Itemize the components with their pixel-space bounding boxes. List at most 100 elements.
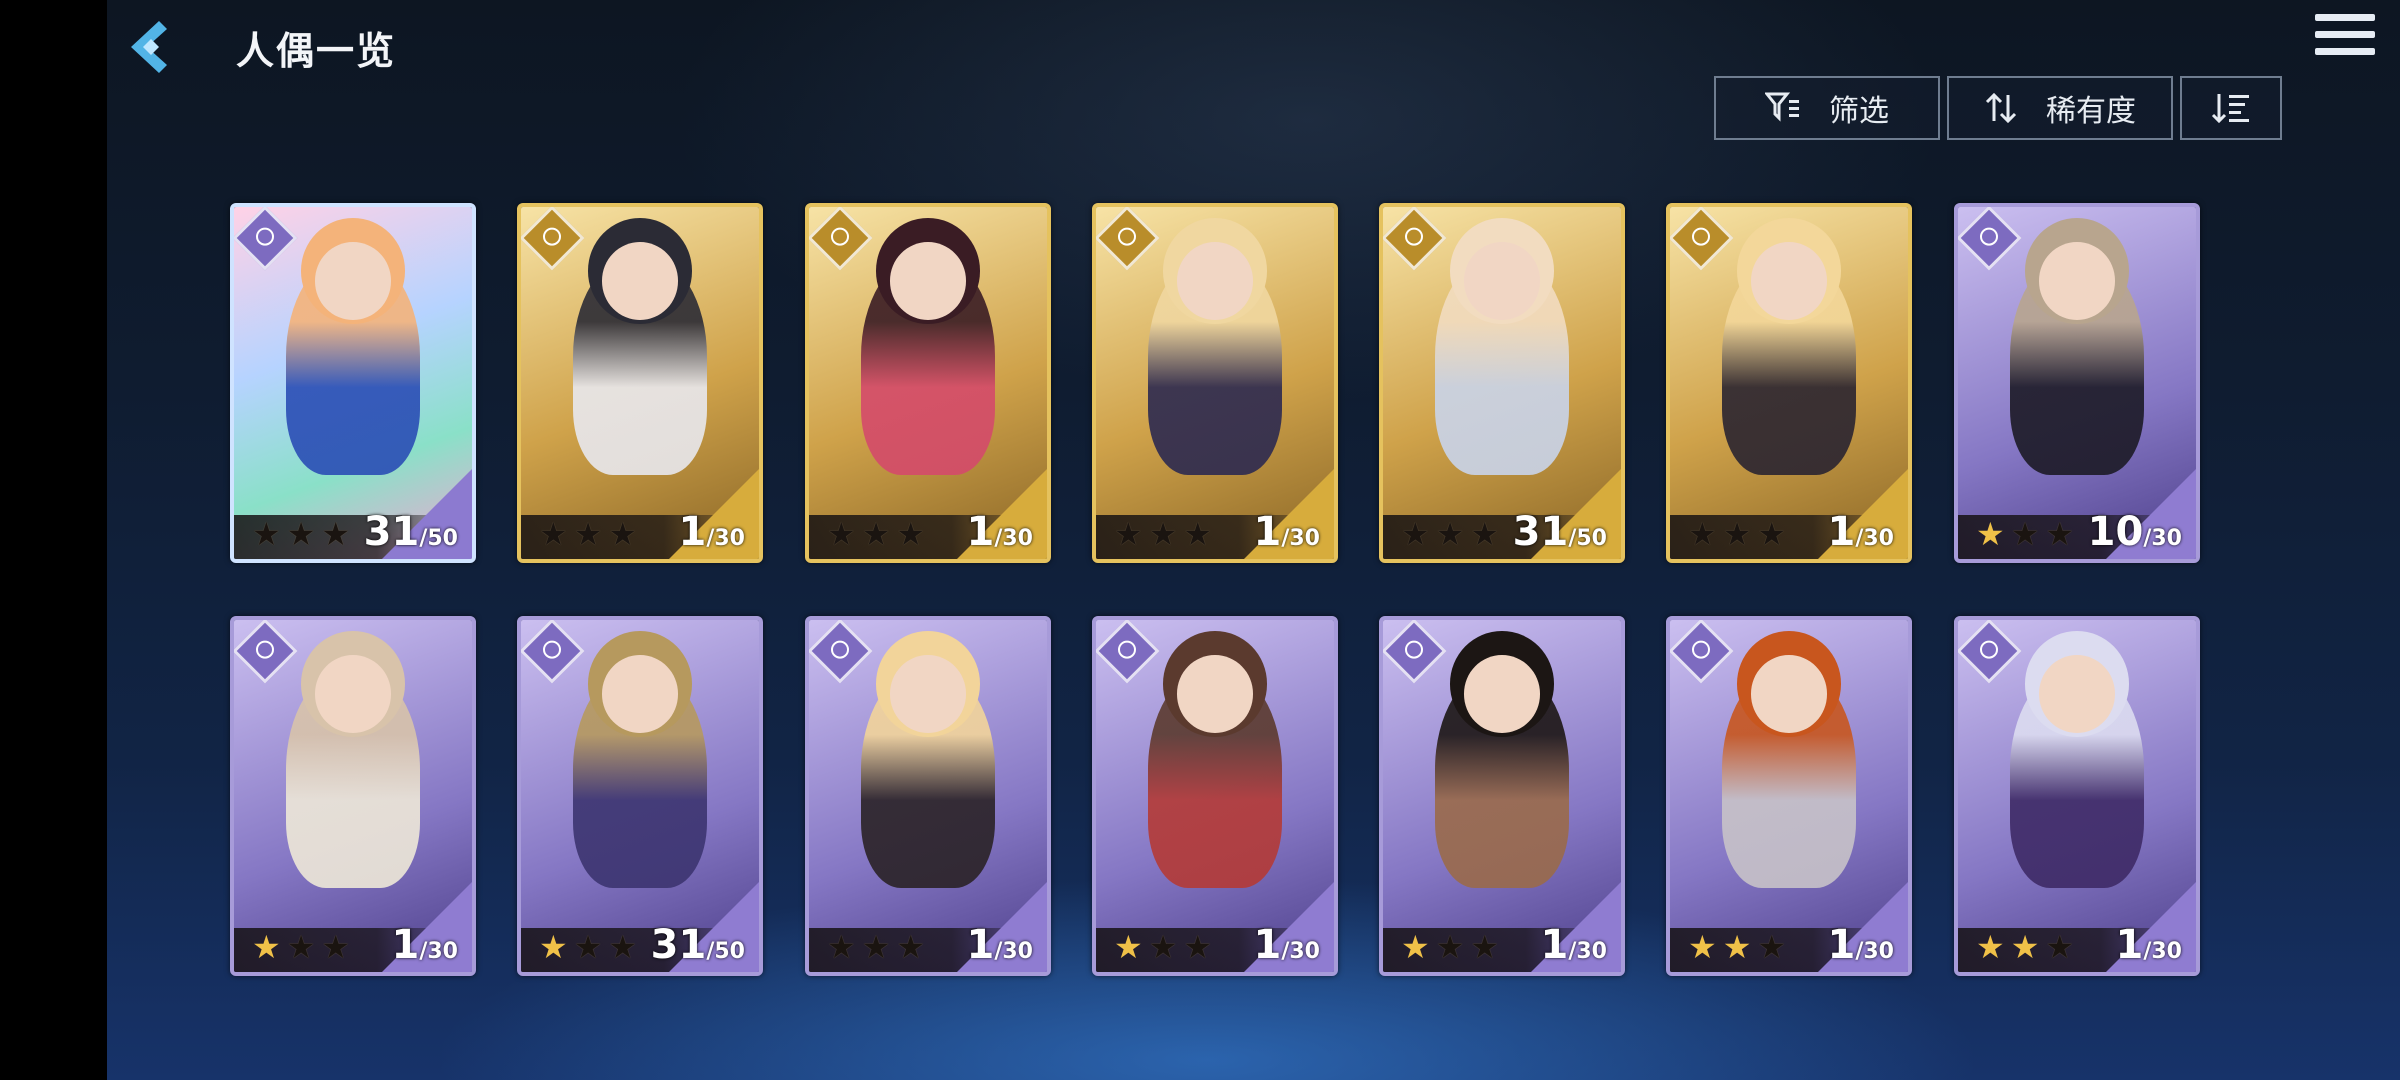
doll-card[interactable]: ★★★ 1/30 — [1954, 616, 2200, 976]
level-max: /30 — [994, 939, 1033, 964]
level-max: /30 — [1855, 526, 1894, 551]
doll-card[interactable]: ★★★ 1/30 — [1666, 203, 1912, 563]
star-icon: ★ — [539, 928, 574, 966]
star-icon: ★ — [2045, 928, 2081, 966]
star-icon: ★ — [1114, 515, 1149, 553]
star-icon: ★ — [286, 515, 322, 553]
star-icon: ★ — [2045, 515, 2081, 553]
card-level: 1/30 — [1254, 922, 1321, 968]
doll-card[interactable]: ★★★ 10/30 — [1954, 203, 2200, 563]
star-icon: ★ — [1470, 515, 1506, 553]
level-current: 31 — [650, 922, 707, 968]
page-title: 人偶一览 — [236, 29, 397, 73]
doll-card[interactable]: ★★★ 1/30 — [517, 203, 763, 563]
star-icon: ★ — [1722, 928, 1758, 966]
card-level: 10/30 — [2088, 509, 2182, 555]
card-level: 1/30 — [1828, 922, 1895, 968]
doll-card[interactable]: ★★★ 31/50 — [1379, 203, 1625, 563]
doll-card[interactable]: ★★★ 1/30 — [805, 203, 1051, 563]
doll-card[interactable]: ★★★ 1/30 — [1092, 203, 1338, 563]
star-icon: ★ — [1757, 515, 1793, 553]
star-icon: ★ — [2010, 515, 2046, 553]
doll-card[interactable]: ★★★ 1/30 — [1092, 616, 1338, 976]
level-current: 1 — [966, 922, 995, 968]
menu-button[interactable] — [2315, 14, 2375, 66]
star-icon: ★ — [321, 928, 357, 966]
left-black-bar — [0, 0, 107, 1080]
level-current: 1 — [1827, 922, 1856, 968]
star-rating: ★★★ — [1688, 515, 1792, 553]
doll-card[interactable]: ★★★ 31/50 — [517, 616, 763, 976]
doll-card[interactable]: ★★★ 1/30 — [1379, 616, 1625, 976]
level-current: 1 — [966, 509, 995, 555]
card-level: 31/50 — [364, 509, 458, 555]
doll-card[interactable]: ★★★ 1/30 — [230, 616, 476, 976]
level-current: 10 — [2087, 509, 2144, 555]
filter-label: 筛选 — [1829, 94, 1889, 129]
level-current: 31 — [1512, 509, 1569, 555]
star-icon: ★ — [252, 515, 287, 553]
star-icon: ★ — [1757, 928, 1793, 966]
star-icon: ★ — [1722, 515, 1758, 553]
star-icon: ★ — [573, 515, 609, 553]
star-rating: ★★★ — [1401, 928, 1505, 966]
level-current: 1 — [1253, 922, 1282, 968]
card-level: 1/30 — [1541, 922, 1608, 968]
doll-card[interactable]: ★★★ 1/30 — [1666, 616, 1912, 976]
doll-card[interactable]: ★★★ 1/30 — [805, 616, 1051, 976]
level-max: /30 — [419, 939, 458, 964]
filter-icon — [1765, 92, 1799, 122]
back-button[interactable] — [118, 14, 184, 80]
star-icon: ★ — [861, 928, 897, 966]
star-rating: ★★★ — [1114, 515, 1218, 553]
filter-button[interactable]: 筛选 — [1714, 76, 1940, 140]
star-rating: ★★★ — [1114, 928, 1218, 966]
star-rating: ★★★ — [1688, 928, 1792, 966]
star-icon: ★ — [1688, 928, 1723, 966]
star-icon: ★ — [608, 515, 644, 553]
level-max: /30 — [2143, 939, 2182, 964]
level-max: /30 — [706, 526, 745, 551]
star-icon: ★ — [321, 515, 357, 553]
star-icon: ★ — [1401, 515, 1436, 553]
level-max: /30 — [1855, 939, 1894, 964]
star-rating: ★★★ — [252, 515, 356, 553]
card-level: 1/30 — [2116, 922, 2183, 968]
level-max: /30 — [1281, 939, 1320, 964]
star-icon: ★ — [827, 928, 862, 966]
star-icon: ★ — [1114, 928, 1149, 966]
level-max: /50 — [419, 526, 458, 551]
star-icon: ★ — [896, 928, 932, 966]
star-icon: ★ — [1470, 928, 1506, 966]
card-level: 31/50 — [651, 922, 745, 968]
star-rating: ★★★ — [252, 928, 356, 966]
star-icon: ★ — [252, 928, 287, 966]
level-current: 1 — [2115, 922, 2144, 968]
star-rating: ★★★ — [1401, 515, 1505, 553]
star-icon: ★ — [1148, 515, 1184, 553]
star-icon: ★ — [861, 515, 897, 553]
card-level: 1/30 — [967, 509, 1034, 555]
sort-order-icon — [2211, 94, 2249, 124]
sort-order-button[interactable] — [2180, 76, 2282, 140]
star-icon: ★ — [1688, 515, 1723, 553]
star-icon: ★ — [1183, 928, 1219, 966]
level-max: /50 — [1568, 526, 1607, 551]
star-icon: ★ — [1435, 928, 1471, 966]
card-level: 1/30 — [1254, 509, 1321, 555]
hamburger-menu-icon — [2315, 14, 2375, 21]
star-icon: ★ — [539, 515, 574, 553]
star-rating: ★★★ — [827, 515, 931, 553]
doll-card[interactable]: ★★★ 31/50 — [230, 203, 476, 563]
card-level: 1/30 — [967, 922, 1034, 968]
star-icon: ★ — [1976, 515, 2011, 553]
back-chevron-icon — [131, 21, 167, 73]
star-icon: ★ — [286, 928, 322, 966]
star-rating: ★★★ — [1976, 928, 2080, 966]
level-max: /30 — [2143, 526, 2182, 551]
star-icon: ★ — [2010, 928, 2046, 966]
level-current: 1 — [1827, 509, 1856, 555]
card-level: 1/30 — [1828, 509, 1895, 555]
sort-rarity-button[interactable]: 稀有度 — [1947, 76, 2173, 140]
star-rating: ★★★ — [539, 928, 643, 966]
